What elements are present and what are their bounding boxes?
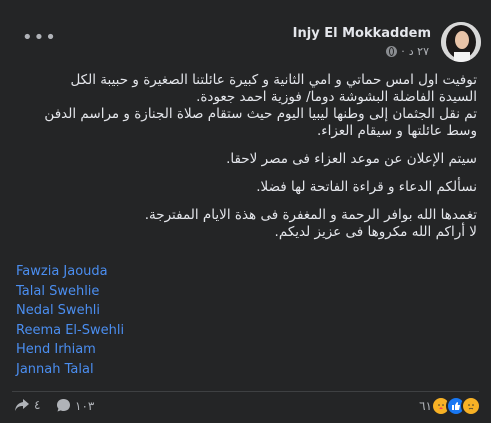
post-text-line: نسألكم الدعاء و قراءة الفاتحة لها فضلا. (256, 179, 477, 195)
post-text-line: تغمدها الله بوافر الرحمة و المغفرة فى هذ… (144, 207, 477, 223)
post-footer: ٤ ١٠٣ ٦١ (0, 392, 491, 423)
post-meta[interactable]: ٢٧ د · (386, 45, 429, 58)
post-time[interactable]: ٢٧ د (409, 45, 429, 58)
comment-icon (57, 399, 70, 412)
post-header: ••• Injy El Mokkaddem ٢٧ د · (0, 0, 491, 70)
author-name[interactable]: Injy El Mokkaddem (293, 26, 431, 41)
shares-count: ٤ (34, 398, 41, 412)
post-paragraph: سيتم الإعلان عن موعد العزاء فى مصر لاحقا… (14, 151, 477, 168)
tagged-person-link[interactable]: Hend Irhiam (16, 340, 124, 360)
comments-button[interactable]: ١٠٣ (56, 398, 94, 413)
post-text-line: تم نقل الجثمان إلى وطنها ليبيا اليوم حيث… (44, 106, 477, 122)
globe-icon (386, 46, 398, 57)
comments-count: ١٠٣ (75, 398, 95, 413)
post-body: توفيت اول امس حماتي و امي الثانية و كبير… (14, 72, 477, 252)
more-dots-icon: ••• (22, 27, 57, 48)
tagged-person-link[interactable]: Jannah Talal (16, 360, 124, 380)
reaction-icons (431, 396, 481, 416)
post-text-line: سيتم الإعلان عن موعد العزاء فى مصر لاحقا… (226, 151, 477, 167)
post-text-line: وسط عائلتها و سيقام العزاء. (316, 123, 477, 139)
tagged-person-link[interactable]: Talal Swehlie (16, 282, 124, 302)
tagged-people: Fawzia Jaouda Talal Swehlie Nedal Swehli Re… (16, 262, 124, 380)
avatar[interactable] (441, 22, 481, 62)
tagged-person-link[interactable]: Nedal Swehli (16, 301, 124, 321)
share-icon (15, 399, 29, 411)
post-paragraph: تغمدها الله بوافر الرحمة و المغفرة فى هذ… (14, 207, 477, 241)
post-text-line: لا أراكم الله مكروها فى عزيز لديكم. (274, 224, 477, 240)
tagged-person-link[interactable]: Reema El-Swehli (16, 321, 124, 341)
tagged-person-link[interactable]: Fawzia Jaouda (16, 262, 124, 282)
post-card: ••• Injy El Mokkaddem ٢٧ د · توفيت اول ا… (0, 0, 491, 423)
post-paragraph: توفيت اول امس حماتي و امي الثانية و كبير… (14, 72, 477, 140)
more-options-button[interactable]: ••• (22, 28, 58, 48)
post-text-line: السيدة الفاضلة البشوشة دوما/ فوزية احمد … (196, 89, 477, 105)
post-paragraph: نسألكم الدعاء و قراءة الفاتحة لها فضلا. (14, 179, 477, 196)
shares-button[interactable]: ٤ (14, 398, 40, 412)
reactions-summary[interactable]: ٦١ (419, 396, 481, 416)
post-text-line: توفيت اول امس حماتي و امي الثانية و كبير… (70, 72, 477, 88)
separator: · (401, 45, 405, 58)
sad-icon (461, 396, 481, 416)
